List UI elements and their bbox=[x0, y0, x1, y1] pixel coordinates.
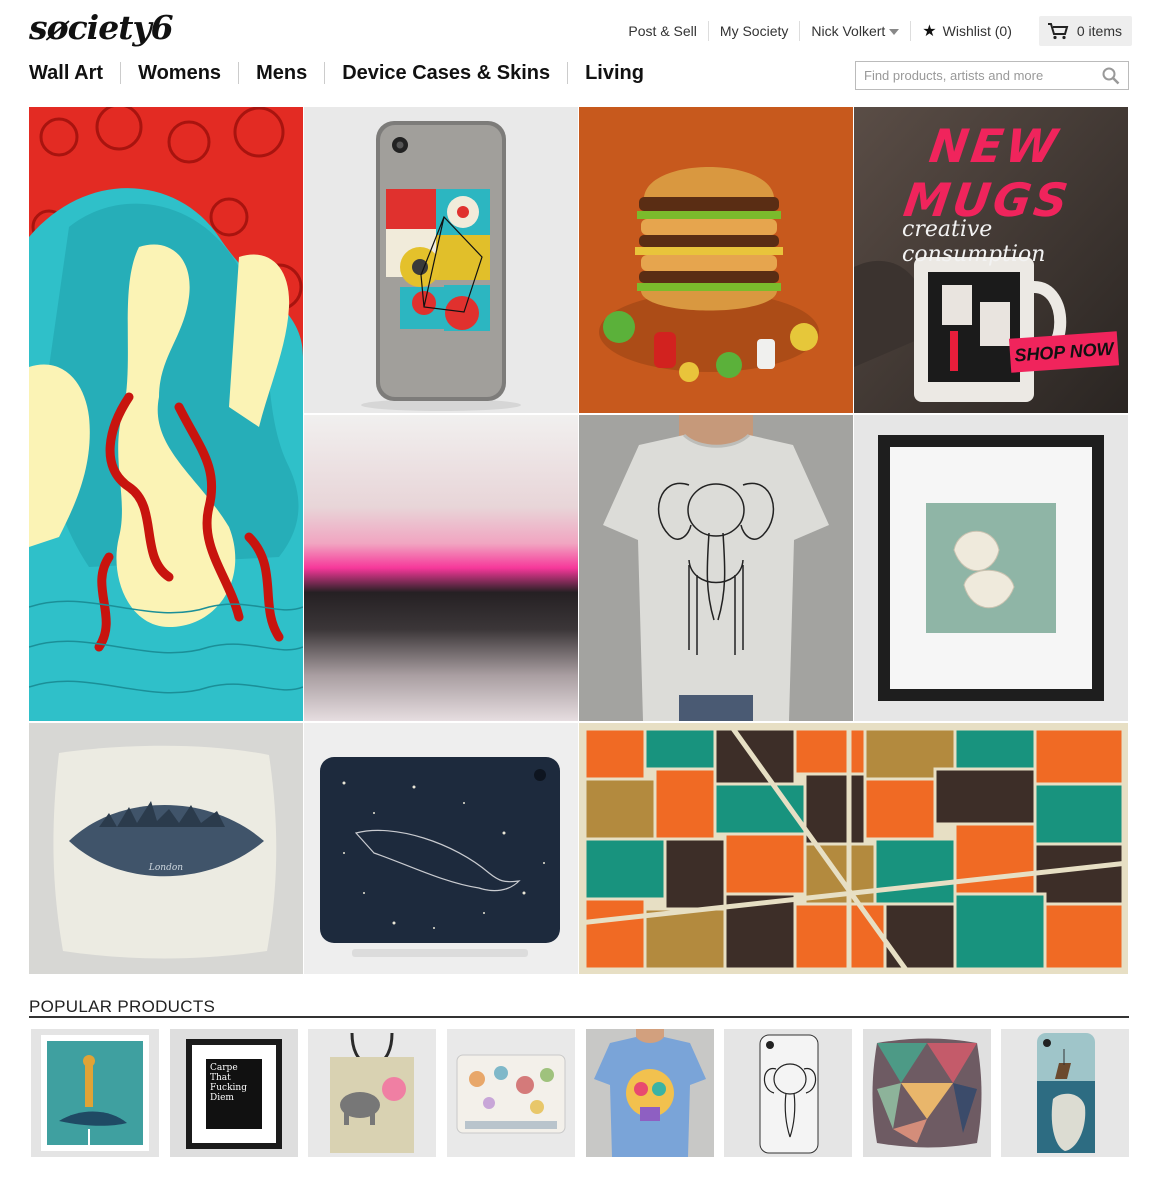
search-icon[interactable] bbox=[1102, 67, 1120, 85]
promo-script-text: creative consumption bbox=[902, 217, 1046, 267]
top-nav: Post & Sell My Society Nick Volkert ★ Wis… bbox=[617, 16, 1132, 46]
popular-product-giraffe-print[interactable] bbox=[31, 1029, 159, 1157]
popular-products-divider bbox=[29, 1016, 1129, 1018]
carpe-line-3: Fucking bbox=[210, 1083, 247, 1093]
popular-product-skull-tshirt[interactable] bbox=[586, 1029, 714, 1157]
nav-wall-art[interactable]: Wall Art bbox=[29, 62, 120, 84]
popular-product-elephant-phone-case[interactable] bbox=[724, 1029, 852, 1157]
search-box bbox=[855, 61, 1129, 90]
featured-tshirt-elephant[interactable] bbox=[579, 415, 853, 721]
promo-new-mugs[interactable]: NEW MUGS creative consumption SHOP NOW bbox=[854, 107, 1128, 413]
cart-icon bbox=[1047, 23, 1069, 40]
featured-pillow-london[interactable]: London bbox=[29, 723, 303, 974]
nav-womens[interactable]: Womens bbox=[120, 62, 238, 84]
featured-art-burger[interactable] bbox=[579, 107, 853, 413]
featured-phone-case-geometric[interactable] bbox=[304, 107, 578, 413]
user-name: Nick Volkert bbox=[811, 23, 886, 39]
user-menu[interactable]: Nick Volkert bbox=[800, 21, 912, 41]
nav-mens[interactable]: Mens bbox=[238, 62, 324, 84]
popular-product-whale-phone-case[interactable] bbox=[1001, 1029, 1129, 1157]
carpe-line-1: Carpe bbox=[210, 1063, 238, 1073]
star-icon: ★ bbox=[922, 22, 937, 40]
featured-art-women-hair[interactable] bbox=[29, 107, 303, 721]
featured-framed-print-shells[interactable] bbox=[854, 415, 1128, 721]
featured-ipad-case-whale[interactable] bbox=[304, 723, 578, 974]
search-input[interactable] bbox=[856, 62, 1086, 89]
promo-headline: NEW MUGS bbox=[900, 119, 1074, 227]
popular-products-title: POPULAR PRODUCTS bbox=[29, 997, 216, 1016]
post-sell-link[interactable]: Post & Sell bbox=[617, 21, 709, 41]
nav-living[interactable]: Living bbox=[567, 62, 661, 84]
featured-art-city-map[interactable] bbox=[579, 723, 1128, 974]
popular-product-triangle-pillow[interactable] bbox=[863, 1029, 991, 1157]
wishlist-link[interactable]: ★ Wishlist (0) bbox=[911, 21, 1023, 42]
featured-art-pink-horizon[interactable] bbox=[304, 415, 578, 721]
chevron-down-icon bbox=[889, 29, 900, 36]
popular-product-elephant-tote[interactable] bbox=[308, 1029, 436, 1157]
carpe-diem-text: Carpe That Fucking Diem bbox=[210, 1063, 262, 1103]
cart-count: 0 items bbox=[1076, 23, 1122, 39]
society6-logo[interactable]: søciety6 bbox=[29, 8, 174, 47]
main-nav: Wall Art Womens Mens Device Cases & Skin… bbox=[29, 62, 661, 84]
popular-product-carpe-diem-print[interactable]: Carpe That Fucking Diem bbox=[170, 1029, 298, 1157]
carpe-line-2: That bbox=[210, 1073, 231, 1083]
my-society-link[interactable]: My Society bbox=[709, 21, 801, 41]
carpe-line-4: Diem bbox=[210, 1093, 234, 1103]
wishlist-label: Wishlist (0) bbox=[942, 22, 1012, 39]
popular-product-balloons-skin[interactable] bbox=[447, 1029, 575, 1157]
nav-device-cases-skins[interactable]: Device Cases & Skins bbox=[324, 62, 567, 84]
pillow-caption: London bbox=[148, 863, 184, 873]
cart-button[interactable]: 0 items bbox=[1038, 16, 1132, 46]
